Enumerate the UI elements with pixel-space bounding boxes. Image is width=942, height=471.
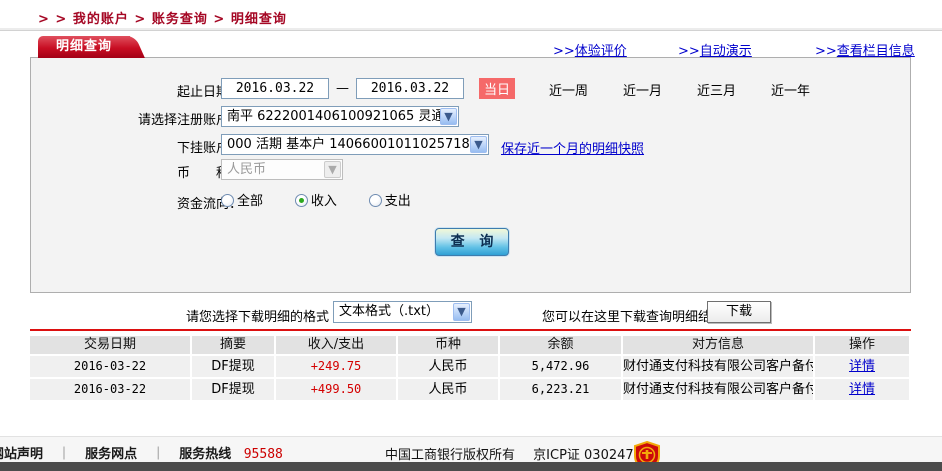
sub-account-value: 000 活期 基本户 1406600101102571848 [227,137,487,152]
radio-all[interactable]: 全部 [221,190,263,209]
currency-row: 币 种： 人民币 ▼ [31,159,910,181]
breadcrumb-prefix: > > [38,12,68,27]
sub-account-label: 下挂账户： [176,141,242,156]
column-header-amount: 收入/支出 [276,336,396,354]
cell-summary: DF提现 [192,379,274,400]
footer-link-site-statement[interactable]: 网站声明 [0,447,43,462]
save-snapshot-link[interactable]: 保存近一个月的明细快照 [501,138,644,157]
radio-expense-label: 支出 [384,194,411,209]
download-result-label: 您可以在这里下载查询明细结果 [542,310,725,325]
radio-income[interactable]: 收入 [294,190,337,209]
date-range-row: 起止日期： — 当日 近一周 近一月 近三月 近一年 [31,78,910,100]
top-divider [0,28,942,31]
icbc-detail-query-page: > > 我的账户 > 账务查询 > 明细查询 明细查询 >>体验评价 >>自动演… [0,0,942,471]
chevron-down-icon: ▼ [453,303,470,321]
radio-checked-icon [294,194,308,207]
radio-all-label: 全部 [237,194,264,209]
query-button[interactable]: 查 询 [435,228,509,256]
cell-action: 详情 [815,379,909,400]
breadcrumb-item-detail-query[interactable]: 明细查询 [231,12,287,27]
cell-counterparty: 财付通支付科技有限公司客户备付金 [623,356,813,377]
cell-amount: +249.75 [276,356,396,377]
footer-hotline-number: 95588 [243,447,283,462]
quick-range-today[interactable]: 当日 [479,78,516,99]
radio-icon [368,194,382,207]
table-top-divider [30,329,911,331]
detail-link[interactable]: 详情 [849,359,875,374]
chevron-down-icon: ▼ [470,136,487,153]
tab-label: 明细查询 [55,39,112,54]
quick-range-week[interactable]: 近一周 [549,80,588,99]
table-row: 2016-03-22 DF提现 +499.50 人民币 6,223.21 财付通… [30,379,911,400]
date-to-input[interactable] [356,78,464,99]
footer-bottom-bar [0,462,942,471]
cell-currency: 人民币 [398,379,498,400]
breadcrumb-item-my-account[interactable]: 我的账户 [73,12,129,27]
cell-currency: 人民币 [398,356,498,377]
registered-account-select[interactable]: 南平 6222001406100921065 灵通卡 ▼ [221,106,459,127]
cell-counterparty: 财付通支付科技有限公司客户备付金 [623,379,813,400]
quick-range-year[interactable]: 近一年 [771,80,810,99]
registered-account-row: 请选择注册账户： 南平 6222001406100921065 灵通卡 ▼ [31,106,910,128]
cell-date: 2016-03-22 [30,379,190,400]
sub-account-row: 下挂账户： 000 活期 基本户 1406600101102571848 ▼ 保… [31,134,910,157]
breadcrumb-item-account-query[interactable]: 账务查询 [152,12,208,27]
chevron-down-icon: ▼ [440,108,457,125]
date-range-dash: — [336,81,349,96]
fund-flow-row: 资金流向： 全部 收入 支出 [31,190,910,212]
registered-account-value: 南平 6222001406100921065 灵通卡 [227,109,458,124]
download-format-select[interactable]: 文本格式（.txt） ▼ [333,301,472,323]
breadcrumb-separator: > [134,12,147,27]
cell-action: 详情 [815,356,909,377]
table-header-row: 交易日期 摘要 收入/支出 币种 余额 对方信息 操作 [30,336,911,354]
cell-date: 2016-03-22 [30,356,190,377]
date-from-input[interactable] [221,78,329,99]
icp-license: 京ICP证 030247号 [533,448,647,463]
tab-detail-query[interactable]: 明细查询 [38,36,130,58]
transaction-table: 交易日期 摘要 收入/支出 币种 余额 对方信息 操作 2016-03-22 D… [30,336,911,402]
column-header-balance: 余额 [500,336,621,354]
download-format-label: 请您选择下载明细的格式 [186,310,330,325]
column-header-action: 操作 [815,336,909,354]
detail-link[interactable]: 详情 [849,382,875,397]
cell-summary: DF提现 [192,356,274,377]
column-header-counterparty: 对方信息 [623,336,813,354]
footer-separator: ｜ [151,447,165,462]
footer-link-service-outlets[interactable]: 服务网点 [85,447,137,462]
breadcrumb: > > 我的账户 > 账务查询 > 明细查询 [38,8,287,27]
date-range-label: 起止日期： [176,85,242,100]
radio-income-label: 收入 [310,194,337,209]
currency-value: 人民币 [227,162,267,177]
cell-amount: +499.50 [276,379,396,400]
query-form-panel: 起止日期： — 当日 近一周 近一月 近三月 近一年 请选择注册账户： 南平 6… [30,57,911,293]
registered-account-label: 请选择注册账户： [137,113,242,128]
breadcrumb-separator: > [213,12,226,27]
column-header-currency: 币种 [398,336,498,354]
download-format-value: 文本格式（.txt） [339,304,440,319]
radio-expense[interactable]: 支出 [368,190,411,209]
footer-copyright: 中国工商银行版权所有 京ICP证 030247号 [385,444,647,463]
footer-separator: ｜ [57,447,71,462]
fund-flow-label: 资金流向： [176,197,242,212]
column-header-summary: 摘要 [192,336,274,354]
footer-hotline-label: 服务热线 [179,447,232,462]
fund-flow-radio-group: 全部 收入 支出 [221,190,439,209]
chevron-down-icon: ▼ [324,161,341,178]
download-button[interactable]: 下载 [707,301,771,323]
column-header-date: 交易日期 [30,336,190,354]
radio-icon [221,194,234,207]
sub-account-select[interactable]: 000 活期 基本户 1406600101102571848 ▼ [221,134,489,155]
table-row: 2016-03-22 DF提现 +249.75 人民币 5,472.96 财付通… [30,356,911,377]
cell-balance: 5,472.96 [500,356,621,377]
currency-label: 币 种： [176,166,242,181]
footer-links: 网站声明 ｜ 服务网点 ｜ 服务热线 95588 [0,443,283,462]
quick-range-quarter[interactable]: 近三月 [697,80,736,99]
currency-select-disabled: 人民币 ▼ [221,159,343,180]
copyright-text: 中国工商银行版权所有 [385,448,516,463]
quick-range-month[interactable]: 近一月 [623,80,662,99]
cell-balance: 6,223.21 [500,379,621,400]
